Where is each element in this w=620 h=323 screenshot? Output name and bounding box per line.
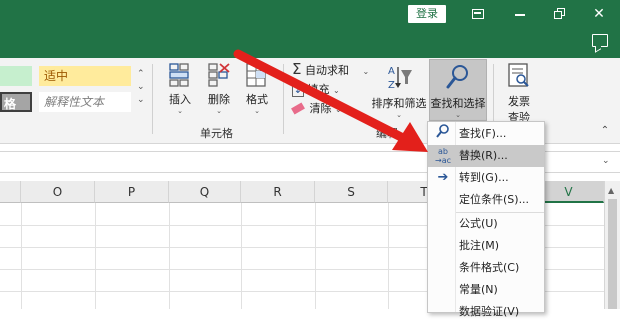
insert-icon [169, 63, 189, 87]
sort-filter-label: 排序和筛选 [371, 97, 427, 110]
login-button[interactable]: 登录 [408, 5, 446, 23]
col-divider [21, 203, 22, 309]
column-header[interactable]: Q [169, 181, 241, 203]
group-separator [283, 64, 284, 134]
chevron-down-icon: ⌄ [362, 67, 370, 76]
column-header[interactable]: S [315, 181, 388, 203]
column-header[interactable]: P [95, 181, 169, 203]
menu-item-label: 定位条件(S)... [459, 193, 530, 206]
svg-text:Z: Z [388, 80, 395, 91]
menu-item-label: 数据验证(V) [459, 305, 520, 318]
find-select-label: 查找和选择 [430, 97, 486, 110]
menu-item-goto-special[interactable]: 定位条件(S)... [428, 189, 544, 211]
chevron-down-icon: ⌄ [396, 111, 402, 119]
chevron-down-icon: ⌄ [455, 111, 461, 119]
fill-label: 填充 [307, 83, 330, 96]
menu-item-conditional-format[interactable]: 条件格式(C) [428, 257, 544, 279]
format-button[interactable]: 格式 ⌄ [240, 62, 274, 115]
ribbon-display-icon[interactable] [469, 5, 487, 23]
insert-label: 插入 [169, 93, 191, 106]
invoice-label-1: 发票 [508, 95, 530, 108]
clear-label: 清除 [309, 102, 332, 115]
col-divider [315, 203, 316, 309]
scrollbar-thumb[interactable] [608, 199, 617, 309]
column-header[interactable]: R [241, 181, 315, 203]
cells-group-label: 单元格 [200, 127, 233, 140]
col-divider [388, 203, 389, 309]
restore-icon[interactable] [551, 5, 569, 23]
expand-formula-icon[interactable]: ⌄ [602, 156, 610, 166]
chevron-down-icon: ⌄ [333, 86, 340, 95]
invoice-check-icon [508, 63, 529, 87]
menu-item-label: 批注(M) [459, 239, 500, 252]
invoice-check-button[interactable]: 发票 查验 [500, 62, 538, 125]
vertical-scrollbar[interactable]: ▲ [604, 181, 620, 309]
chevron-down-icon: ⌄ [216, 107, 222, 115]
styles-scroll-icon[interactable]: ⌃ ⌄ ⌄ [137, 68, 145, 107]
chevron-down-icon: ⌄ [335, 105, 342, 114]
menu-item-goto[interactable]: ➔ 转到(G)... [428, 167, 544, 189]
delete-button[interactable]: 删除 ⌄ [202, 62, 236, 115]
fill-down-icon: ↓ [292, 85, 304, 97]
chevron-down-icon: ⌄ [177, 107, 183, 115]
cell-style-explain[interactable]: 解释性文本 [39, 92, 131, 112]
format-icon [246, 63, 266, 87]
cell-style-check[interactable]: 格 [0, 92, 32, 112]
column-header[interactable]: O [21, 181, 95, 203]
insert-button[interactable]: 插入 ⌄ [163, 62, 197, 115]
goto-arrow-icon: ➔ [437, 170, 449, 185]
sort-filter-icon: A Z [388, 66, 412, 91]
find-select-menu: 查找(F)... ab →ac 替换(R)... ➔ 转到(G)... 定位条件(… [427, 121, 545, 318]
menu-item-label: 公式(U) [459, 217, 498, 230]
menu-item-constants[interactable]: 常量(N) [428, 279, 544, 301]
sort-filter-button[interactable]: A Z 排序和筛选 ⌄ [371, 62, 427, 119]
minimize-icon[interactable] [511, 5, 529, 23]
magnifier-icon [446, 65, 468, 89]
menu-item-label: 条件格式(C) [459, 261, 520, 274]
menu-item-label: 转到(G)... [459, 171, 509, 184]
title-bar: 登录 ✕ [0, 0, 620, 58]
close-icon[interactable]: ✕ [590, 5, 608, 23]
scroll-up-icon[interactable]: ▲ [608, 186, 614, 195]
col-divider [241, 203, 242, 309]
find-select-button[interactable]: 查找和选择 ⌄ [429, 59, 487, 121]
svg-text:A: A [388, 66, 395, 77]
cell-style-good[interactable] [0, 66, 32, 86]
format-label: 格式 [246, 93, 268, 106]
autosum-label: 自动求和 [304, 64, 349, 77]
collapse-ribbon-icon[interactable]: ⌃ [598, 125, 612, 139]
delete-label: 删除 [208, 93, 230, 106]
search-icon [434, 123, 452, 145]
column-header-partial[interactable] [0, 181, 21, 203]
col-divider [169, 203, 170, 309]
comment-icon[interactable] [592, 34, 608, 47]
menu-item-replace[interactable]: ab →ac 替换(R)... [428, 145, 544, 167]
menu-item-data-validation[interactable]: 数据验证(V) [428, 301, 544, 323]
clear-button[interactable]: 清除 ⌄ [291, 102, 342, 117]
chevron-down-icon: ⌄ [254, 107, 260, 115]
delete-icon [208, 63, 230, 87]
cell-style-neutral[interactable]: 适中 [39, 66, 131, 86]
replace-icon: ab →ac [434, 147, 451, 165]
col-divider [95, 203, 96, 309]
eraser-icon [291, 102, 305, 115]
menu-item-label: 替换(R)... [459, 149, 508, 162]
menu-item-comments[interactable]: 批注(M) [428, 235, 544, 257]
fill-button[interactable]: ↓ 填充 ⌄ [292, 83, 340, 98]
menu-item-find[interactable]: 查找(F)... [428, 123, 544, 145]
menu-item-label: 查找(F)... [459, 127, 507, 140]
sigma-icon: Σ [292, 60, 302, 78]
menu-item-formulas[interactable]: 公式(U) [428, 213, 544, 235]
edit-group-label: 编辑 [376, 127, 398, 140]
autosum-button[interactable]: Σ 自动求和 ⌄ [292, 62, 369, 79]
menu-item-label: 常量(N) [459, 283, 498, 296]
group-separator [152, 64, 153, 134]
